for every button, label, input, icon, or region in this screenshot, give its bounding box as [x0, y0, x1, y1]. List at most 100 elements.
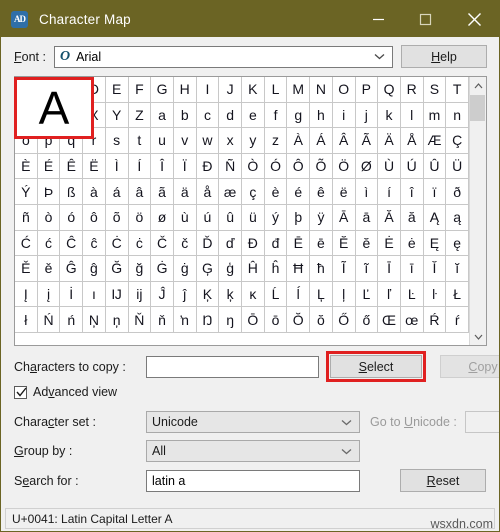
character-cell[interactable]: ã	[151, 179, 174, 205]
character-cell[interactable]: Ō	[242, 307, 265, 333]
character-cell[interactable]: ß	[60, 179, 84, 205]
character-cell[interactable]: ù	[173, 204, 197, 231]
advanced-view-row[interactable]: Advanced view	[14, 385, 487, 399]
character-cell[interactable]: ĸ	[242, 281, 265, 308]
character-cell[interactable]: ĳ	[128, 281, 152, 308]
character-cell[interactable]: L	[264, 77, 288, 103]
reset-button[interactable]: Reset	[400, 469, 486, 492]
character-cell[interactable]: ŋ	[219, 307, 242, 333]
character-cell[interactable]: Č	[151, 230, 174, 257]
character-cell[interactable]: ë	[332, 179, 356, 205]
character-cell[interactable]: ğ	[128, 256, 152, 282]
character-cell[interactable]: Ĭ	[423, 256, 447, 282]
character-cell[interactable]: O	[332, 77, 356, 103]
character-cell[interactable]: ĝ	[83, 256, 106, 282]
character-cell[interactable]: ú	[196, 204, 220, 231]
character-cell[interactable]: ō	[264, 307, 288, 333]
chevron-down-icon[interactable]	[374, 47, 385, 67]
character-cell[interactable]: Þ	[37, 179, 61, 205]
character-cell[interactable]: Ù	[378, 153, 401, 180]
character-cell[interactable]: ę	[446, 230, 469, 257]
character-cell[interactable]: e	[242, 102, 265, 129]
character-cell[interactable]: S	[423, 77, 447, 103]
character-cell[interactable]: x	[219, 128, 242, 154]
character-cell[interactable]: ď	[219, 230, 242, 257]
character-cell[interactable]: l	[400, 102, 424, 129]
character-cell[interactable]: Õ	[310, 153, 333, 180]
character-cell[interactable]: Ő	[332, 307, 356, 333]
character-cell[interactable]: y	[242, 128, 265, 154]
character-cell[interactable]: ô	[83, 204, 106, 231]
character-cell[interactable]: ă	[400, 204, 424, 231]
character-cell[interactable]: Á	[310, 128, 333, 154]
character-cell[interactable]: ä	[173, 179, 197, 205]
character-cell[interactable]: ò	[37, 204, 61, 231]
character-cell[interactable]: ñ	[15, 204, 38, 231]
character-cell[interactable]: Í	[128, 153, 152, 180]
character-cell[interactable]: ĥ	[264, 256, 288, 282]
character-cell[interactable]: Ċ	[105, 230, 129, 257]
minimize-button[interactable]	[355, 1, 402, 37]
character-cell[interactable]: ŕ	[446, 307, 469, 333]
character-cell[interactable]: ĕ	[355, 230, 379, 257]
character-cell[interactable]: ĉ	[83, 230, 106, 257]
character-cell[interactable]: Ŋ	[196, 307, 220, 333]
character-cell[interactable]: ľ	[378, 281, 401, 308]
character-cell[interactable]: m	[423, 102, 447, 129]
character-cell[interactable]: Ò	[242, 153, 265, 180]
character-cell[interactable]: Ŏ	[287, 307, 311, 333]
character-cell[interactable]: Y	[105, 102, 129, 129]
character-cell[interactable]: ĩ	[355, 256, 379, 282]
character-cell[interactable]: Ĳ	[105, 281, 129, 308]
character-cell[interactable]: Ň	[128, 307, 152, 333]
character-cell[interactable]: v	[173, 128, 197, 154]
character-cell[interactable]: ĭ	[446, 256, 469, 282]
character-cell[interactable]: õ	[105, 204, 129, 231]
character-cell[interactable]: P	[355, 77, 379, 103]
character-cell[interactable]: ı	[83, 281, 106, 308]
character-cell[interactable]: Ë	[83, 153, 106, 180]
character-cell[interactable]: Đ	[242, 230, 265, 257]
chevron-down-icon[interactable]	[470, 328, 487, 345]
character-cell[interactable]: Ę	[423, 230, 447, 257]
character-cell[interactable]: ï	[423, 179, 447, 205]
character-cell[interactable]: Ņ	[83, 307, 106, 333]
character-cell[interactable]: ø	[151, 204, 174, 231]
character-cell[interactable]: ý	[264, 204, 288, 231]
character-cell[interactable]: Z	[128, 102, 152, 129]
character-cell[interactable]: f	[264, 102, 288, 129]
character-cell[interactable]: Ä	[378, 128, 401, 154]
character-cell[interactable]: G	[151, 77, 174, 103]
character-cell[interactable]: Ą	[423, 204, 447, 231]
character-cell[interactable]: j	[355, 102, 379, 129]
character-cell[interactable]: Û	[423, 153, 447, 180]
help-button[interactable]: Help	[401, 45, 487, 68]
character-cell[interactable]: í	[378, 179, 401, 205]
character-cell[interactable]: ī	[400, 256, 424, 282]
character-cell[interactable]: ő	[355, 307, 379, 333]
character-cell[interactable]: Ľ	[355, 281, 379, 308]
character-cell[interactable]: d	[219, 102, 242, 129]
character-cell[interactable]: Ü	[446, 153, 469, 180]
character-cell[interactable]: ö	[128, 204, 152, 231]
character-cell[interactable]: ē	[310, 230, 333, 257]
character-cell[interactable]: į	[37, 281, 61, 308]
character-cell[interactable]: Ô	[287, 153, 311, 180]
character-cell[interactable]: Q	[378, 77, 401, 103]
character-cell[interactable]: Ļ	[310, 281, 333, 308]
character-cell[interactable]: Ŀ	[400, 281, 424, 308]
character-cell[interactable]: ħ	[310, 256, 333, 282]
character-cell[interactable]: I	[196, 77, 220, 103]
close-button[interactable]	[449, 1, 499, 37]
character-cell[interactable]: ą	[446, 204, 469, 231]
character-cell[interactable]: u	[151, 128, 174, 154]
character-cell[interactable]: ĺ	[287, 281, 311, 308]
character-cell[interactable]: n	[446, 102, 469, 129]
select-button[interactable]: Select	[330, 355, 422, 378]
character-cell[interactable]: ŉ	[173, 307, 197, 333]
character-cell[interactable]: Ĩ	[332, 256, 356, 282]
character-cell[interactable]: Ď	[196, 230, 220, 257]
character-cell[interactable]: ņ	[105, 307, 129, 333]
character-cell[interactable]: b	[173, 102, 197, 129]
character-cell[interactable]: Ġ	[151, 256, 174, 282]
